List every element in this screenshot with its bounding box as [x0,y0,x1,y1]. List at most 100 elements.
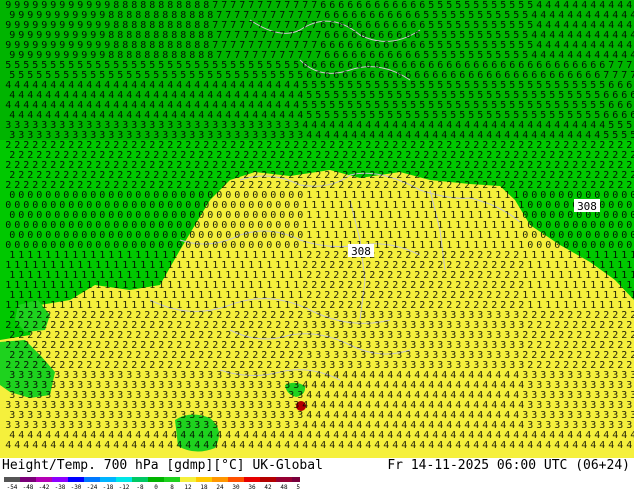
scale-swatch [4,477,20,482]
grid-digit: 4 [266,440,272,451]
grid-digit: 4 [158,440,164,451]
grid-digit: 4 [617,440,623,451]
scale-swatch [100,477,116,482]
grid-digit: 4 [230,440,236,451]
grid-digit: 4 [320,440,326,451]
grid-digit: 4 [59,440,65,451]
scale-swatch [228,477,244,482]
map-valid-time: Fr 14-11-2025 06:00 UTC (06+24) [387,458,630,473]
scale-label: 54 [296,484,300,490]
grid-digit: 4 [473,440,479,451]
grid-digit: 4 [212,440,218,451]
contour-label-1: 308 [577,200,597,213]
grid-digit: 4 [149,440,155,451]
scale-swatch [292,477,300,482]
scale-swatch [164,477,180,482]
scale-label: 18 [200,484,208,490]
scale-swatch [260,477,276,482]
grid-digit: 4 [464,440,470,451]
scale-label: 8 [170,484,174,490]
scale-label: 12 [184,484,192,490]
grid-digit: 4 [221,440,227,451]
scale-swatch [84,477,100,482]
grid-digit: 4 [239,440,245,451]
grid-digit: 4 [131,440,137,451]
scale-swatch [148,477,164,482]
grid-digit: 4 [383,440,389,451]
grid-digit: 4 [401,440,407,451]
grid-digit: 4 [194,440,200,451]
grid-digit: 4 [392,440,398,451]
grid-digit: 4 [23,440,29,451]
grid-digit: 4 [293,440,299,451]
grid-digit: 4 [167,440,173,451]
grid-digit: 4 [356,440,362,451]
grid-digit: 4 [275,440,281,451]
grid-digit: 4 [419,440,425,451]
grid-digit: 4 [185,440,191,451]
grid-digit: 4 [536,440,542,451]
scale-swatch [36,477,52,482]
grid-digit: 4 [284,440,290,451]
scale-label: -38 [55,484,66,490]
grid-digit: 4 [554,440,560,451]
scale-swatch [212,477,228,482]
map-footer: Height/Temp. 700 hPa [gdmp][°C] UK-Globa… [0,458,634,490]
scale-swatch [132,477,148,482]
grid-digit: 4 [581,440,587,451]
scale-swatch [276,477,292,482]
scale-label: 0 [154,484,158,490]
grid-digit: 4 [626,440,632,451]
grid-digit: 4 [104,440,110,451]
grid-digit: 4 [428,440,434,451]
scale-label: -8 [136,484,144,490]
scale-label: -24 [87,484,98,490]
contour-label-2: 308 [351,245,371,258]
scale-label: -30 [71,484,82,490]
scale-swatch [68,477,84,482]
scale-label: -18 [103,484,114,490]
grid-digit: 4 [113,440,119,451]
temperature-map-canvas: 9999999999998888888888877777777777766666… [0,0,634,458]
grid-digit: 4 [437,440,443,451]
grid-digit: 4 [572,440,578,451]
grid-digit: 4 [347,440,353,451]
map-title: Height/Temp. 700 hPa [gdmp][°C] UK-Globa… [2,458,323,473]
grid-digit: 4 [122,440,128,451]
grid-digit: 4 [68,440,74,451]
grid-digit: 4 [32,440,38,451]
scale-label: -48 [23,484,34,490]
scale-swatch [52,477,68,482]
grid-digit: 4 [86,440,92,451]
grid-digit: 4 [455,440,461,451]
grid-digit: 4 [95,440,101,451]
grid-digit: 4 [311,440,317,451]
grid-digit: 4 [176,440,182,451]
grid-digit: 4 [365,440,371,451]
grid-digit: 4 [77,440,83,451]
grid-digit: 4 [338,440,344,451]
grid-digit: 4 [491,440,497,451]
scale-swatch [196,477,212,482]
grid-digit: 4 [446,440,452,451]
grid-digit: 4 [509,440,515,451]
grid-digit: 4 [140,440,146,451]
grid-digit: 4 [563,440,569,451]
grid-digit: 4 [203,440,209,451]
grid-digit: 4 [410,440,416,451]
grid-digit: 4 [500,440,506,451]
grid-digit: 4 [374,440,380,451]
scale-label: 42 [264,484,272,490]
scale-swatch [244,477,260,482]
scale-label: 36 [248,484,256,490]
scale-swatch [116,477,132,482]
weather-map: 9999999999998888888888877777777777766666… [0,0,634,458]
grid-digit: 4 [482,440,488,451]
grid-digit: 4 [527,440,533,451]
scale-label: 30 [232,484,240,490]
scale-label: 24 [216,484,224,490]
grid-digit: 4 [50,440,56,451]
grid-digit: 4 [5,440,11,451]
color-scale: -54 -48 -42 -38 -30 -24 -18 -12 -8 0 8 12 18 24 30 36 42… [4,477,300,490]
scale-swatch [20,477,36,482]
